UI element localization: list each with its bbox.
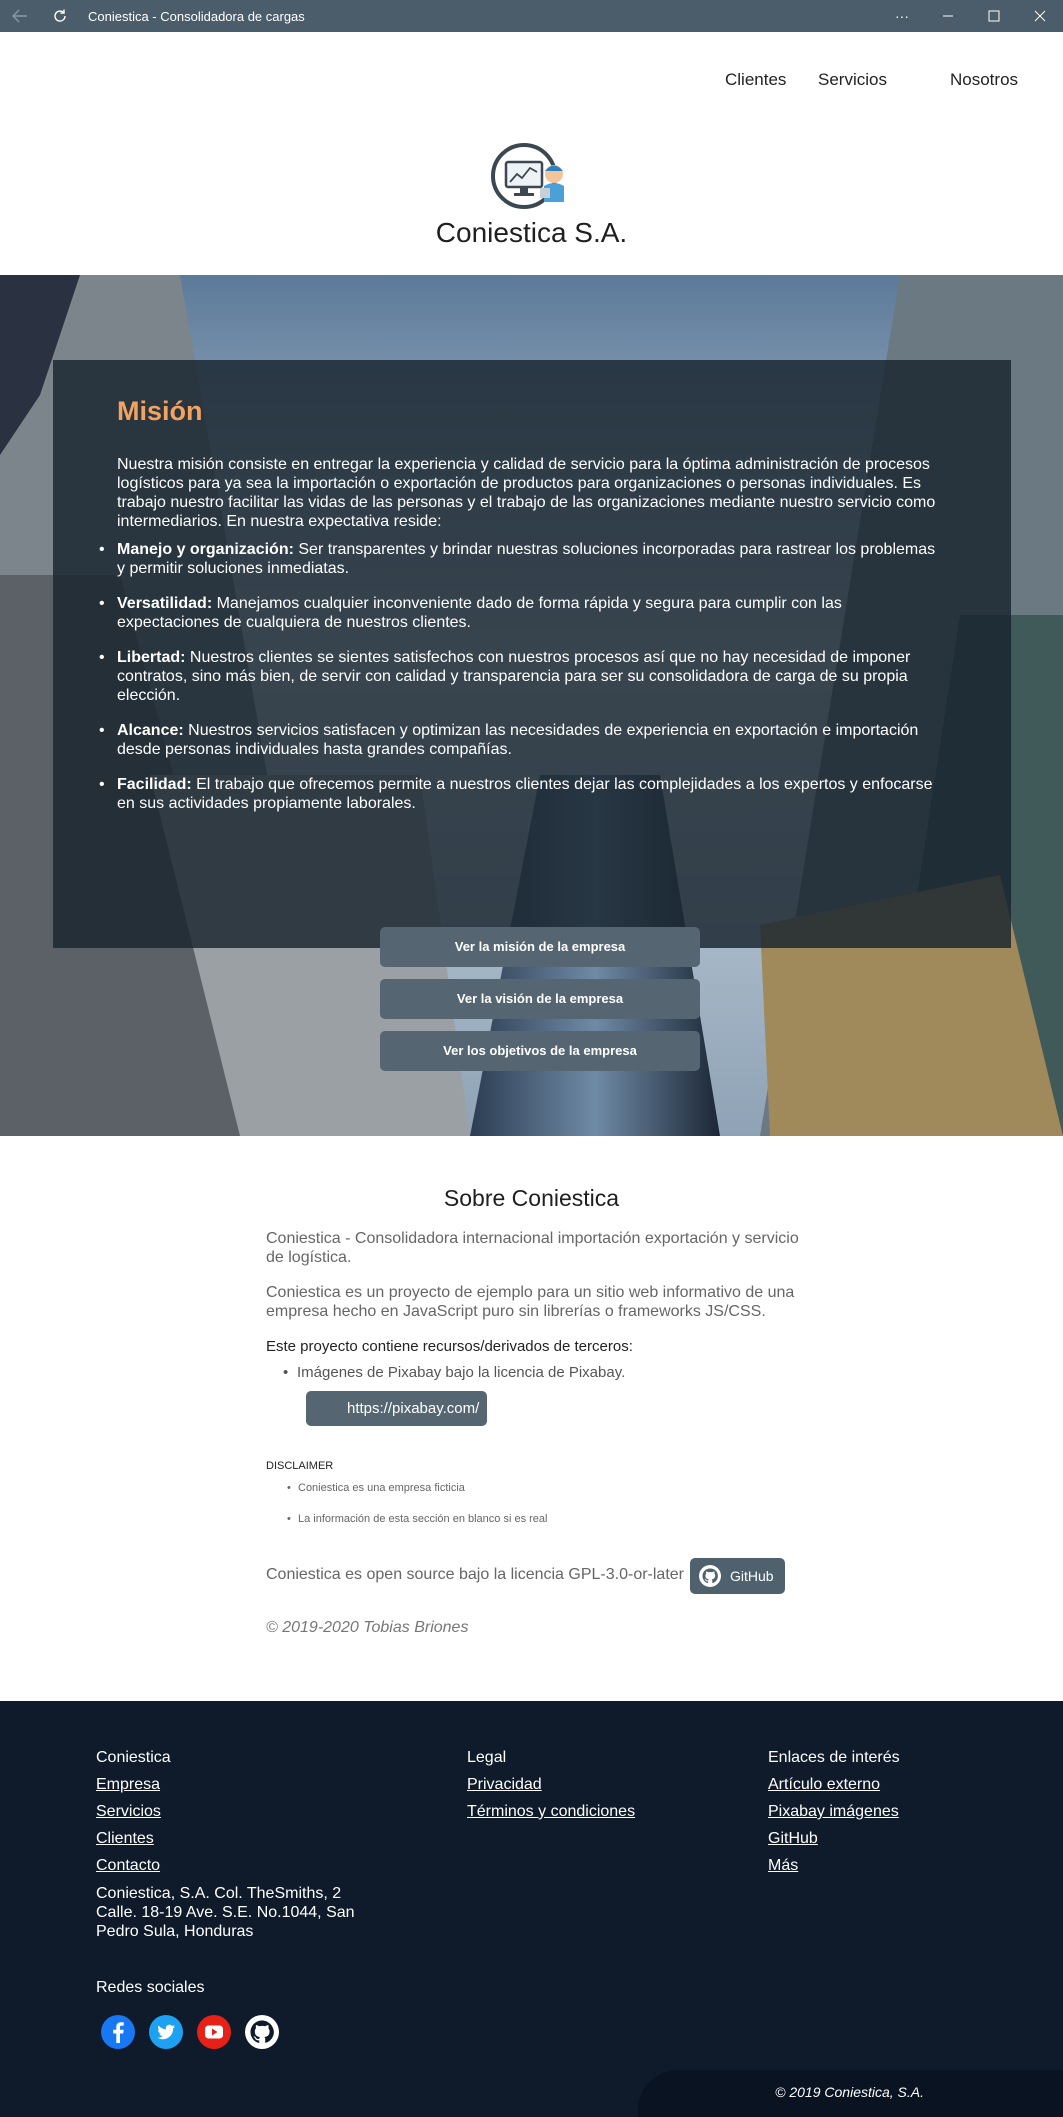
- close-button[interactable]: [1017, 0, 1063, 32]
- mission-item: Manejo y organización: Ser transparentes…: [99, 540, 947, 578]
- footer-link-terminos[interactable]: Términos y condiciones: [467, 1803, 635, 1821]
- twitter-icon[interactable]: [148, 2014, 184, 2050]
- mission-list: Manejo y organización: Ser transparentes…: [99, 540, 947, 829]
- footer-copyright: © 2019 Coniestica, S.A.: [775, 2084, 924, 2100]
- nav-nosotros[interactable]: Nosotros: [950, 70, 1018, 90]
- refresh-icon[interactable]: [40, 0, 80, 32]
- about-copyright: © 2019-2020 Tobias Briones: [266, 1619, 469, 1636]
- mission-item: Libertad: Nuestros clientes se sientes s…: [99, 648, 947, 705]
- footer-link-contacto[interactable]: Contacto: [96, 1857, 160, 1875]
- github-icon: [699, 1565, 721, 1587]
- footer-link-github[interactable]: GitHub: [768, 1830, 818, 1848]
- footer-col-coniestica-title: Coniestica: [96, 1749, 171, 1766]
- brand-name: Coniestica S.A.: [435, 217, 628, 248]
- footer-col-links-title: Enlaces de interés: [768, 1749, 900, 1766]
- resources-title: Este proyecto contiene recursos/derivado…: [266, 1338, 633, 1355]
- github-icon[interactable]: [244, 2014, 280, 2050]
- window-titlebar: Coniestica - Consolidadora de cargas ···: [0, 0, 1063, 32]
- view-mission-button[interactable]: Ver la misión de la empresa: [380, 927, 700, 967]
- github-button-label: GitHub: [730, 1568, 774, 1584]
- minimize-button[interactable]: [925, 0, 971, 32]
- mission-item: Facilidad: El trabajo que ofrecemos perm…: [99, 775, 947, 813]
- mission-item: Versatilidad: Manejamos cualquier inconv…: [99, 594, 947, 632]
- about-project-info: Coniestica es un proyecto de ejemplo par…: [266, 1284, 795, 1320]
- facebook-icon[interactable]: [100, 2014, 136, 2050]
- view-vision-button[interactable]: Ver la visión de la empresa: [380, 979, 700, 1019]
- disclaimer-title: DISCLAIMER: [266, 1460, 334, 1472]
- nav-servicios[interactable]: Servicios: [818, 70, 887, 90]
- footer-link-mas[interactable]: Más: [768, 1857, 798, 1875]
- footer-address: Coniestica, S.A. Col. TheSmiths, 2 Calle…: [96, 1885, 355, 1940]
- about-description: Coniestica - Consolidadora internacional…: [266, 1230, 799, 1266]
- hero-section: Misión Nuestra misión consiste en entreg…: [0, 275, 1063, 1136]
- footer-link-articulo[interactable]: Artículo externo: [768, 1776, 880, 1794]
- more-options-button[interactable]: ···: [879, 0, 925, 32]
- back-arrow-icon[interactable]: [0, 0, 40, 32]
- social-title: Redes sociales: [96, 1979, 205, 1996]
- company-logo: [490, 142, 570, 212]
- footer-link-clientes[interactable]: Clientes: [96, 1830, 154, 1848]
- youtube-icon[interactable]: [196, 2014, 232, 2050]
- resources-item: Imágenes de Pixabay bajo la licencia de …: [283, 1364, 625, 1381]
- mission-intro: Nuestra misión consiste en entregar la e…: [117, 456, 936, 530]
- footer-link-pixabay[interactable]: Pixabay imágenes: [768, 1803, 899, 1821]
- footer-col-legal-title: Legal: [467, 1749, 507, 1766]
- footer-link-servicios[interactable]: Servicios: [96, 1803, 161, 1821]
- top-navigation: Clientes Servicios Nosotros: [0, 70, 1063, 90]
- pixabay-link-button[interactable]: https://pixabay.com/: [306, 1391, 487, 1426]
- footer-link-privacidad[interactable]: Privacidad: [467, 1776, 542, 1794]
- nav-clientes[interactable]: Clientes: [725, 70, 786, 90]
- disclaimer-item: La información de esta sección en blanco…: [287, 1513, 548, 1525]
- mission-item: Alcance: Nuestros servicios satisfacen y…: [99, 721, 947, 759]
- mission-title: Misión: [117, 396, 203, 426]
- footer-link-empresa[interactable]: Empresa: [96, 1776, 160, 1794]
- maximize-button[interactable]: [971, 0, 1017, 32]
- view-objectives-button[interactable]: Ver los objetivos de la empresa: [380, 1031, 700, 1071]
- window-title: Coniestica - Consolidadora de cargas: [88, 8, 305, 24]
- mission-panel: Misión Nuestra misión consiste en entreg…: [53, 360, 1011, 948]
- github-button[interactable]: GitHub: [690, 1558, 785, 1594]
- disclaimer-item: Coniestica es una empresa ficticia: [287, 1482, 465, 1494]
- open-source-notice: Coniestica es open source bajo la licenc…: [266, 1566, 684, 1583]
- about-title: Sobre Coniestica: [443, 1185, 620, 1211]
- site-footer: Coniestica Empresa Servicios Clientes Co…: [0, 1701, 1063, 2117]
